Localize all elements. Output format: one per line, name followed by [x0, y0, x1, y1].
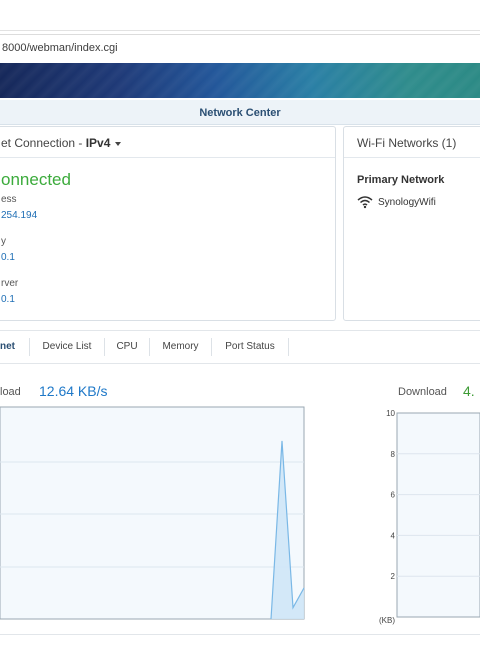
wifi-icon — [357, 196, 373, 209]
field-label-gateway: y — [1, 236, 6, 247]
url-text[interactable]: 8000/webman/index.cgi — [2, 42, 118, 54]
y-tick-label: 10 — [386, 409, 395, 418]
connection-title-text: et Connection - — [1, 136, 86, 150]
connection-status: onnected — [1, 170, 71, 189]
y-tick-label: 2 — [391, 572, 396, 581]
wifi-card-header: Wi-Fi Networks (1) — [344, 127, 480, 158]
tab-memory[interactable]: Memory — [150, 331, 211, 363]
tab-device-list[interactable]: Device List — [30, 331, 104, 363]
connection-title[interactable]: et Connection - IPv4 — [1, 136, 122, 150]
primary-network-label: Primary Network — [357, 174, 445, 186]
protocol-select[interactable]: IPv4 — [86, 136, 111, 150]
connection-card-header: et Connection - IPv4 — [0, 127, 335, 158]
window-title: Network Center — [199, 107, 281, 119]
tab-port-status[interactable]: Port Status — [212, 331, 288, 363]
banner-texture — [0, 63, 480, 98]
left-chart-label: load — [0, 386, 21, 398]
wifi-title: Wi-Fi Networks (1) — [357, 136, 457, 150]
browser-tab-strip — [0, 0, 480, 31]
right-chart-label: Download — [398, 386, 447, 398]
tab-separator — [288, 338, 289, 356]
field-label-dns: rver — [1, 278, 19, 289]
plot-area — [396, 412, 480, 618]
field-value-ip: 254.194 — [1, 210, 38, 221]
address-bar[interactable]: 8000/webman/index.cgi — [0, 34, 480, 64]
field-value-dns: 0.1 — [1, 294, 15, 305]
wifi-card: Wi-Fi Networks (1) Primary Network Synol… — [343, 126, 480, 321]
y-tick-label: 8 — [391, 450, 396, 459]
y-tick-label: 4 — [391, 531, 396, 540]
tab-cpu[interactable]: CPU — [105, 331, 149, 363]
y-axis-unit: (KB) — [379, 616, 395, 625]
y-tick-label: 6 — [391, 491, 396, 500]
right-chart-value: 4. — [463, 383, 475, 399]
download-chart-right: 2 4 6 8 10 (KB) — [379, 409, 480, 625]
connection-card: et Connection - IPv4 onnected ess 254.19… — [0, 126, 336, 321]
window-titlebar: Network Center — [0, 100, 480, 125]
plot-area — [0, 406, 305, 620]
wifi-ssid[interactable]: SynologyWifi — [378, 197, 436, 208]
left-chart-value: 12.64 KB/s — [39, 383, 108, 399]
tab-internet[interactable]: net — [0, 331, 30, 363]
chevron-down-icon[interactable] — [115, 141, 122, 146]
field-label-ip: ess — [1, 194, 17, 205]
tab-bar: net Device List CPU Memory Port Status — [0, 330, 480, 364]
bottom-divider — [0, 634, 480, 635]
download-chart-left — [0, 406, 305, 620]
field-value-gateway: 0.1 — [1, 252, 15, 263]
